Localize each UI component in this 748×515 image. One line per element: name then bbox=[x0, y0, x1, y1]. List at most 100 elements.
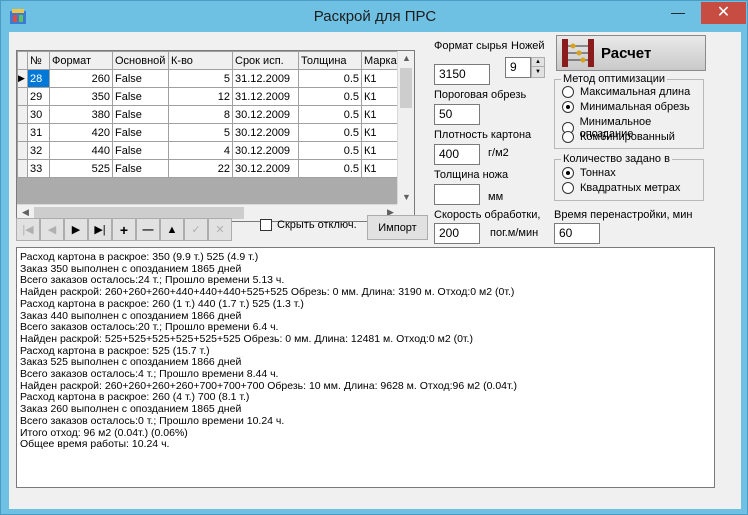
nav-cancel-button[interactable]: ✕ bbox=[208, 218, 232, 241]
cell-due-date[interactable]: 30.12.2009 bbox=[232, 105, 299, 124]
cell-grade[interactable]: К1 bbox=[361, 87, 402, 106]
scroll-down-icon[interactable]: ▼ bbox=[398, 192, 414, 202]
quantity-option[interactable]: Тоннах bbox=[562, 167, 616, 179]
cell-thickness[interactable]: 0.5 bbox=[298, 105, 362, 124]
table-row[interactable]: 32 440 False 4 30.12.2009 0.5 К1 bbox=[17, 141, 402, 160]
radio-button[interactable] bbox=[562, 182, 574, 194]
cell-number[interactable]: 31 bbox=[27, 123, 50, 142]
import-button[interactable]: Импорт bbox=[367, 215, 428, 240]
table-row[interactable]: 29 350 False 12 31.12.2009 0.5 К1 bbox=[17, 87, 402, 106]
optimization-option[interactable]: Комбинированный bbox=[562, 131, 675, 143]
cell-quantity[interactable]: 5 bbox=[168, 69, 233, 88]
spin-down-icon[interactable]: ▼ bbox=[532, 67, 544, 77]
calculation-log[interactable]: Расход картона в раскрое: 350 (9.9 т.) 5… bbox=[16, 247, 715, 488]
cell-number[interactable]: 30 bbox=[27, 105, 50, 124]
cell-due-date[interactable]: 30.12.2009 bbox=[232, 123, 299, 142]
knives-input[interactable]: 9 bbox=[505, 57, 531, 78]
cell-format[interactable]: 525 bbox=[49, 159, 113, 178]
format-input[interactable]: 3150 bbox=[434, 64, 490, 85]
cell-number[interactable]: 32 bbox=[27, 141, 50, 160]
table-row[interactable]: 31 420 False 5 30.12.2009 0.5 К1 bbox=[17, 123, 402, 142]
cell-quantity[interactable]: 5 bbox=[168, 123, 233, 142]
threshold-input[interactable]: 50 bbox=[434, 104, 480, 125]
cell-number[interactable]: 33 bbox=[27, 159, 50, 178]
column-header-main[interactable]: Основной bbox=[112, 51, 169, 70]
column-header-format[interactable]: Формат bbox=[49, 51, 113, 70]
nav-last-button[interactable]: ▶| bbox=[88, 218, 112, 241]
calculate-button[interactable]: Расчет bbox=[556, 35, 706, 71]
cell-format[interactable]: 420 bbox=[49, 123, 113, 142]
cell-due-date[interactable]: 31.12.2009 bbox=[232, 69, 299, 88]
scroll-left-icon[interactable]: ◀ bbox=[17, 207, 34, 218]
cell-main[interactable]: False bbox=[112, 105, 169, 124]
cell-format[interactable]: 440 bbox=[49, 141, 113, 160]
close-button[interactable]: ✕ bbox=[701, 2, 746, 24]
radio-button[interactable] bbox=[562, 131, 574, 143]
radio-button[interactable] bbox=[562, 86, 574, 98]
cell-thickness[interactable]: 0.5 bbox=[298, 87, 362, 106]
nav-prior-button[interactable]: ◀ bbox=[40, 218, 64, 241]
cell-grade[interactable]: К1 bbox=[361, 159, 402, 178]
nav-next-button[interactable]: ▶ bbox=[64, 218, 88, 241]
radio-button[interactable] bbox=[562, 101, 574, 113]
row-indicator[interactable] bbox=[17, 105, 28, 124]
cell-due-date[interactable]: 31.12.2009 bbox=[232, 87, 299, 106]
cell-grade[interactable]: К1 bbox=[361, 69, 402, 88]
cell-format[interactable]: 260 bbox=[49, 69, 113, 88]
cell-grade[interactable]: К1 bbox=[361, 123, 402, 142]
title-bar[interactable]: Раскрой для ПРС — ✕ bbox=[1, 1, 748, 32]
column-header-number[interactable]: № bbox=[27, 51, 50, 70]
nav-delete-button[interactable]: — bbox=[136, 218, 160, 241]
cell-due-date[interactable]: 30.12.2009 bbox=[232, 159, 299, 178]
cell-thickness[interactable]: 0.5 bbox=[298, 159, 362, 178]
row-indicator[interactable]: ▶ bbox=[17, 69, 28, 88]
column-header-due-date[interactable]: Срок исп. bbox=[232, 51, 299, 70]
cell-format[interactable]: 380 bbox=[49, 105, 113, 124]
cell-thickness[interactable]: 0.5 bbox=[298, 123, 362, 142]
column-header-quantity[interactable]: К-во bbox=[168, 51, 233, 70]
cell-main[interactable]: False bbox=[112, 69, 169, 88]
spin-up-icon[interactable]: ▲ bbox=[532, 58, 544, 67]
nav-first-button[interactable]: |◀ bbox=[16, 218, 40, 241]
cell-number[interactable]: 29 bbox=[27, 87, 50, 106]
column-header-grade[interactable]: Марка bbox=[361, 51, 402, 70]
cell-main[interactable]: False bbox=[112, 87, 169, 106]
orders-grid[interactable]: № Формат Основной К-во Срок исп. Толщина… bbox=[16, 50, 415, 222]
optimization-option[interactable]: Минимальная обрезь bbox=[562, 101, 690, 113]
knives-spinner[interactable]: ▲ ▼ bbox=[531, 57, 545, 78]
row-indicator[interactable] bbox=[17, 159, 28, 178]
nav-edit-button[interactable]: ▲ bbox=[160, 218, 184, 241]
minimize-button[interactable]: — bbox=[664, 2, 692, 24]
cell-grade[interactable]: К1 bbox=[361, 105, 402, 124]
radio-button[interactable] bbox=[562, 167, 574, 179]
table-row[interactable]: 33 525 False 22 30.12.2009 0.5 К1 bbox=[17, 159, 402, 178]
cell-quantity[interactable]: 4 bbox=[168, 141, 233, 160]
nav-post-button[interactable]: ✓ bbox=[184, 218, 208, 241]
cell-main[interactable]: False bbox=[112, 141, 169, 160]
cell-main[interactable]: False bbox=[112, 123, 169, 142]
speed-input[interactable]: 200 bbox=[434, 223, 480, 244]
cell-number[interactable]: 28 bbox=[27, 69, 50, 88]
row-indicator[interactable] bbox=[17, 123, 28, 142]
grid-vertical-scrollbar[interactable]: ▲ ▼ bbox=[397, 51, 414, 204]
cell-format[interactable]: 350 bbox=[49, 87, 113, 106]
optimization-option[interactable]: Максимальная длина bbox=[562, 86, 690, 98]
cell-quantity[interactable]: 12 bbox=[168, 87, 233, 106]
cell-quantity[interactable]: 8 bbox=[168, 105, 233, 124]
quantity-option[interactable]: Квадратных метрах bbox=[562, 182, 680, 194]
table-row[interactable]: ▶ 28 260 False 5 31.12.2009 0.5 К1 bbox=[17, 69, 402, 88]
knife-thickness-input[interactable] bbox=[434, 184, 480, 205]
scroll-up-icon[interactable]: ▲ bbox=[398, 53, 414, 63]
row-indicator[interactable] bbox=[17, 141, 28, 160]
changeover-input[interactable]: 60 bbox=[554, 223, 600, 244]
table-row[interactable]: 30 380 False 8 30.12.2009 0.5 К1 bbox=[17, 105, 402, 124]
cell-thickness[interactable]: 0.5 bbox=[298, 69, 362, 88]
density-input[interactable]: 400 bbox=[434, 144, 480, 165]
row-indicator[interactable] bbox=[17, 87, 28, 106]
hide-disabled-checkbox[interactable] bbox=[260, 219, 272, 231]
nav-insert-button[interactable]: + bbox=[112, 218, 136, 241]
cell-main[interactable]: False bbox=[112, 159, 169, 178]
column-header-thickness[interactable]: Толщина bbox=[298, 51, 362, 70]
cell-due-date[interactable]: 30.12.2009 bbox=[232, 141, 299, 160]
cell-thickness[interactable]: 0.5 bbox=[298, 141, 362, 160]
